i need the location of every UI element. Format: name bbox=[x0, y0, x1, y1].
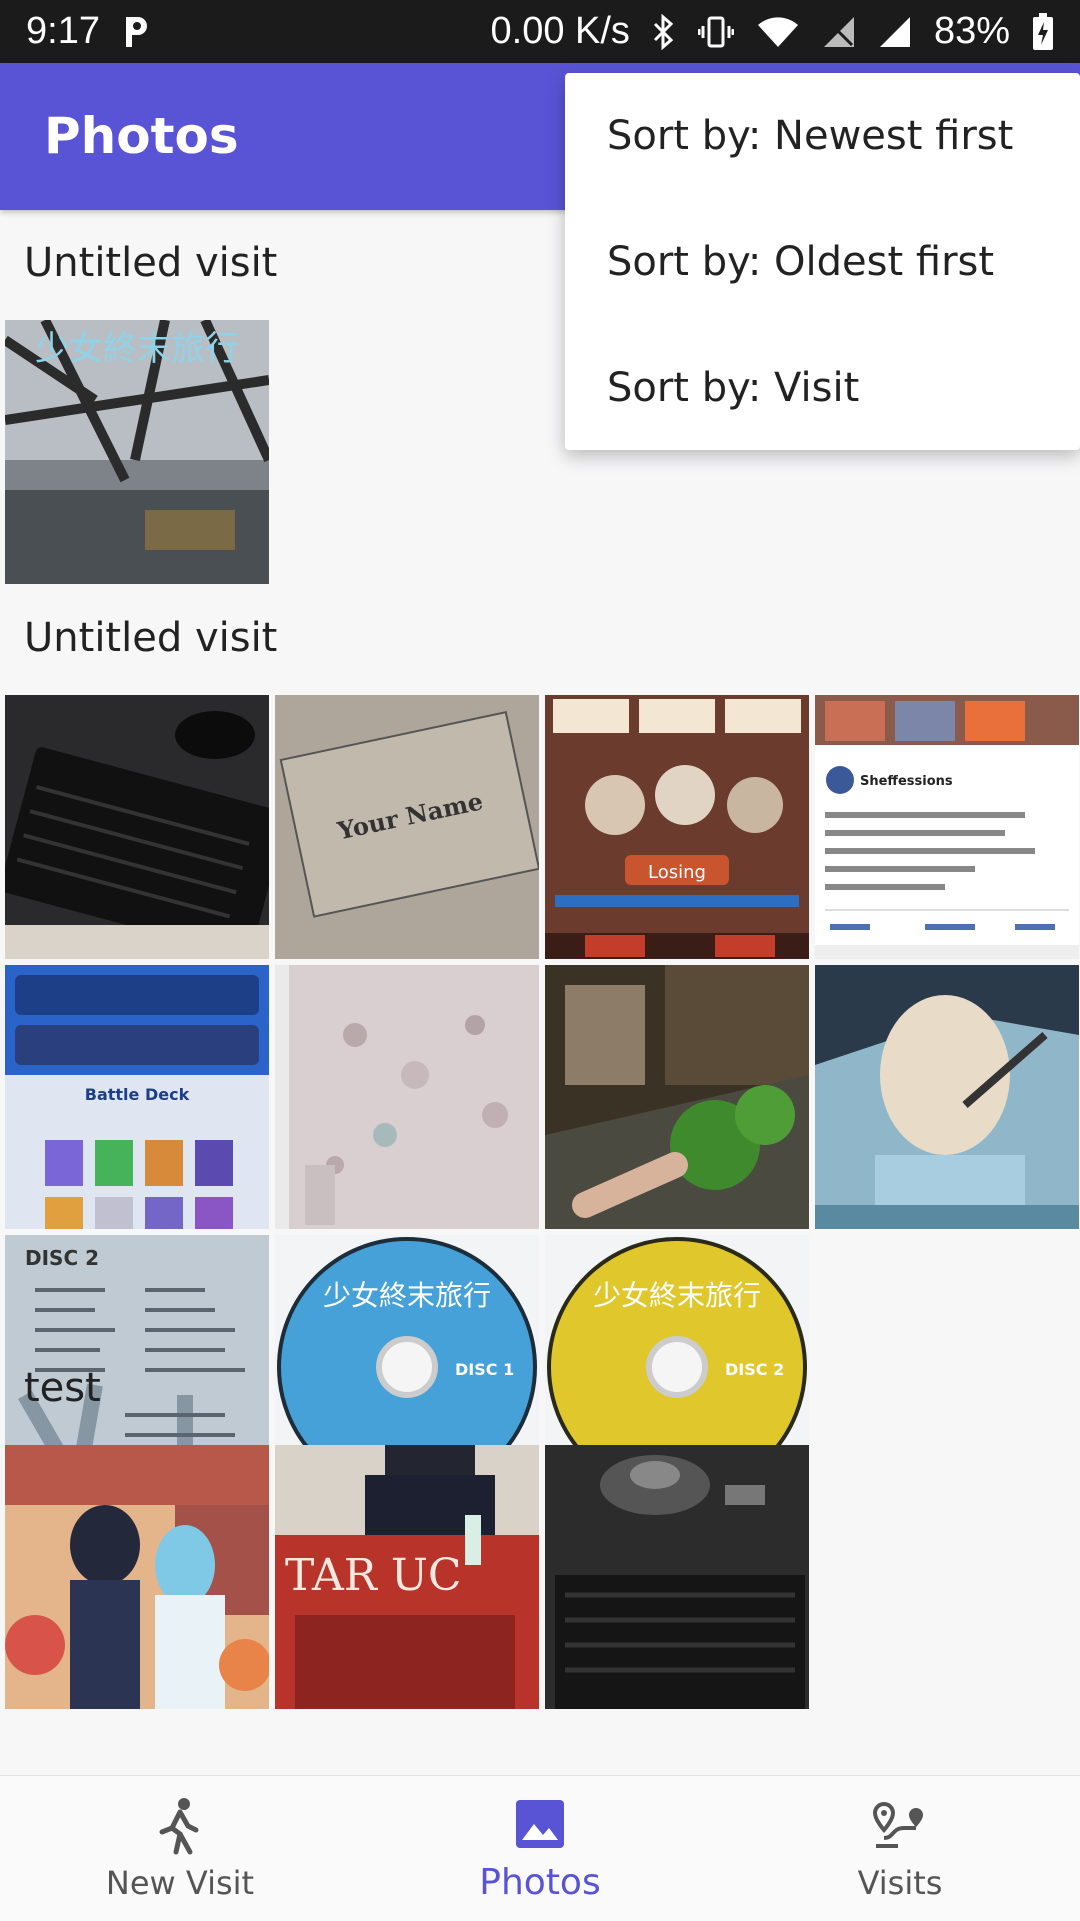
photo-thumbnail[interactable]: 少女終末旅行 bbox=[5, 320, 269, 584]
route-icon bbox=[872, 1801, 923, 1848]
bluetooth-icon bbox=[652, 13, 676, 50]
clock: 9:17 bbox=[26, 10, 100, 52]
photo-thumbnail[interactable]: Your Name bbox=[275, 695, 539, 959]
photo-thumbnail[interactable] bbox=[545, 1445, 809, 1709]
photo-thumbnail[interactable] bbox=[5, 695, 269, 959]
post-author: Sheffessions bbox=[860, 774, 953, 789]
page-title: Photos bbox=[44, 107, 239, 165]
photo-thumbnail[interactable] bbox=[545, 965, 809, 1229]
nav-new-visit[interactable]: New Visit bbox=[0, 1776, 360, 1921]
nav-photos[interactable]: Photos bbox=[360, 1776, 720, 1921]
menu-item-sort-newest[interactable]: Sort by: Newest first bbox=[565, 73, 1080, 199]
battery-percent: 83% bbox=[933, 10, 1010, 52]
disc-header: DISC 2 bbox=[25, 1246, 99, 1270]
menu-item-sort-oldest[interactable]: Sort by: Oldest first bbox=[565, 199, 1080, 325]
banner-text: TAR UC bbox=[285, 1550, 462, 1601]
network-speed: 0.00 K/s bbox=[490, 10, 630, 52]
nav-label: New Visit bbox=[105, 1863, 255, 1902]
game-status-label: Losing bbox=[648, 862, 706, 883]
nav-visits[interactable]: Visits bbox=[720, 1776, 1080, 1921]
section-title: Untitled visit bbox=[24, 615, 278, 661]
signal-icon bbox=[878, 15, 912, 49]
nav-label: Visits bbox=[857, 1863, 943, 1902]
photo-thumbnail[interactable]: Battle Deck bbox=[5, 965, 269, 1229]
photo-icon bbox=[516, 1800, 564, 1848]
sort-menu: Sort by: Newest first Sort by: Oldest fi… bbox=[565, 73, 1080, 450]
bottom-navigation: New Visit Photos Visits bbox=[0, 1775, 1080, 1921]
disc-label: DISC 1 bbox=[455, 1360, 514, 1379]
photo-thumbnail[interactable]: Sheffessions bbox=[815, 695, 1079, 959]
menu-item-sort-visit[interactable]: Sort by: Visit bbox=[565, 325, 1080, 451]
svg-text:少女終末旅行: 少女終末旅行 bbox=[323, 1279, 491, 1312]
walking-person-icon bbox=[159, 1797, 199, 1854]
photo-thumbnail[interactable] bbox=[275, 965, 539, 1229]
svg-text:少女終末旅行: 少女終末旅行 bbox=[35, 329, 239, 369]
disc-label: DISC 2 bbox=[725, 1360, 784, 1379]
wifi-icon bbox=[756, 15, 800, 49]
deck-title: Battle Deck bbox=[85, 1085, 190, 1104]
vibrate-icon bbox=[697, 14, 734, 50]
photo-thumbnail[interactable]: Losing bbox=[545, 695, 809, 959]
photo-thumbnail[interactable]: TAR UC bbox=[275, 1445, 539, 1709]
battery-charging-icon bbox=[1032, 12, 1054, 51]
svg-text:少女終末旅行: 少女終末旅行 bbox=[593, 1279, 761, 1312]
signal-off-icon bbox=[822, 15, 856, 49]
nav-label: Photos bbox=[479, 1862, 601, 1903]
status-bar: 9:17 0.00 K/s 83% bbox=[0, 0, 1080, 63]
photo-thumbnail[interactable] bbox=[5, 1445, 269, 1709]
section-title: Untitled visit bbox=[24, 240, 278, 286]
photo-thumbnail[interactable] bbox=[815, 965, 1079, 1229]
section-title: test bbox=[24, 1365, 101, 1411]
parking-app-icon bbox=[122, 15, 152, 49]
